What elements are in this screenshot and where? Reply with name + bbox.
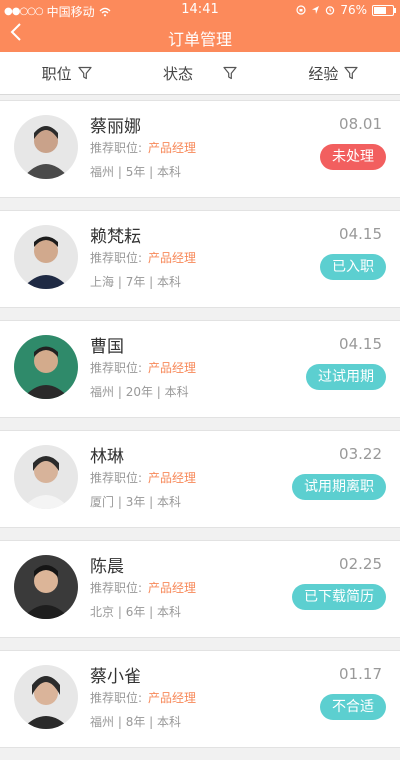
candidate-name: 林琳 xyxy=(90,447,124,467)
filter-icon xyxy=(78,66,92,80)
alarm-icon xyxy=(326,6,335,15)
position-label: 推荐职位: xyxy=(90,691,143,705)
recommended-position: 推荐职位: 产品经理 xyxy=(90,469,196,486)
candidate-list: 蔡丽娜 推荐职位: 产品经理 福州 | 5年 | 本科 08.01 未处理 赖梵耘… xyxy=(0,100,400,760)
avatar xyxy=(14,555,78,619)
page-title: 订单管理 xyxy=(167,30,232,49)
city: 北京 xyxy=(90,605,115,619)
filter-icon xyxy=(344,66,358,80)
filter-position[interactable]: 职位 xyxy=(0,52,133,94)
candidate-meta: 福州 | 8年 | 本科 xyxy=(90,715,182,729)
filter-icon xyxy=(223,66,237,80)
status-badge: 已入职 xyxy=(320,254,386,280)
position-value: 产品经理 xyxy=(148,471,197,485)
position-label: 推荐职位: xyxy=(90,251,143,265)
date: 03.22 xyxy=(339,445,382,463)
recommended-position: 推荐职位: 产品经理 xyxy=(90,359,196,376)
recommended-position: 推荐职位: 产品经理 xyxy=(90,579,196,596)
rotation-lock-icon xyxy=(296,5,306,15)
avatar xyxy=(14,445,78,509)
status-badge: 未处理 xyxy=(320,144,386,170)
recommended-position: 推荐职位: 产品经理 xyxy=(90,139,196,156)
status-right: 76% xyxy=(296,3,396,17)
list-item[interactable]: 陈晨 推荐职位: 产品经理 北京 | 6年 | 本科 02.25 已下载简历 xyxy=(0,540,400,638)
avatar xyxy=(14,115,78,179)
position-value: 产品经理 xyxy=(148,141,197,155)
date: 08.01 xyxy=(339,115,382,133)
filter-status[interactable]: 状态 xyxy=(133,52,266,94)
nav-bar: 订单管理 xyxy=(0,20,400,52)
position-label: 推荐职位: xyxy=(90,141,143,155)
candidate-name: 蔡小雀 xyxy=(90,667,141,687)
candidate-meta: 北京 | 6年 | 本科 xyxy=(90,605,182,619)
location-icon xyxy=(312,6,320,14)
filter-experience-label: 经验 xyxy=(308,64,339,83)
city: 上海 xyxy=(90,275,115,289)
date: 01.17 xyxy=(339,665,382,683)
candidate-name: 蔡丽娜 xyxy=(90,117,141,137)
recommended-position: 推荐职位: 产品经理 xyxy=(90,689,196,706)
filter-experience[interactable]: 经验 xyxy=(267,52,400,94)
recommended-position: 推荐职位: 产品经理 xyxy=(90,249,196,266)
position-label: 推荐职位: xyxy=(90,581,143,595)
filter-status-label: 状态 xyxy=(162,64,193,83)
candidate-meta: 厦门 | 3年 | 本科 xyxy=(90,495,182,509)
list-item[interactable]: 曹国 推荐职位: 产品经理 福州 | 20年 | 本科 04.15 过试用期 xyxy=(0,320,400,418)
battery-icon xyxy=(372,4,396,16)
education: 本科 xyxy=(157,275,182,289)
education: 本科 xyxy=(157,495,182,509)
filter-bar: 职位 状态 经验 xyxy=(0,52,400,95)
filter-position-label: 职位 xyxy=(41,64,72,83)
candidate-meta: 上海 | 7年 | 本科 xyxy=(90,275,182,289)
status-badge: 不合适 xyxy=(320,694,386,720)
education: 本科 xyxy=(164,385,189,399)
experience: 3年 xyxy=(125,495,146,509)
candidate-meta: 福州 | 5年 | 本科 xyxy=(90,165,182,179)
status-badge: 过试用期 xyxy=(306,364,386,390)
position-value: 产品经理 xyxy=(148,581,197,595)
city: 厦门 xyxy=(90,495,115,509)
education: 本科 xyxy=(157,715,182,729)
status-badge: 试用期离职 xyxy=(292,474,386,500)
city: 福州 xyxy=(90,165,115,179)
list-item[interactable]: 蔡丽娜 推荐职位: 产品经理 福州 | 5年 | 本科 08.01 未处理 xyxy=(0,100,400,198)
candidate-meta: 福州 | 20年 | 本科 xyxy=(90,385,189,399)
position-label: 推荐职位: xyxy=(90,471,143,485)
position-value: 产品经理 xyxy=(148,361,197,375)
experience: 7年 xyxy=(125,275,146,289)
experience: 5年 xyxy=(125,165,146,179)
status-badge: 已下载简历 xyxy=(292,584,386,610)
list-item[interactable]: 蔡小雀 推荐职位: 产品经理 福州 | 8年 | 本科 01.17 不合适 xyxy=(0,650,400,748)
date: 04.15 xyxy=(339,225,382,243)
candidate-name: 曹国 xyxy=(90,337,124,357)
position-value: 产品经理 xyxy=(148,251,197,265)
experience: 20年 xyxy=(125,385,153,399)
status-bar: ●●○○○ 中国移动 14:41 76% xyxy=(0,0,400,20)
list-item[interactable]: 林琳 推荐职位: 产品经理 厦门 | 3年 | 本科 03.22 试用期离职 xyxy=(0,430,400,528)
city: 福州 xyxy=(90,385,115,399)
education: 本科 xyxy=(157,165,182,179)
avatar xyxy=(14,335,78,399)
date: 02.25 xyxy=(339,555,382,573)
battery-percent: 76% xyxy=(340,3,367,17)
education: 本科 xyxy=(157,605,182,619)
candidate-name: 陈晨 xyxy=(90,557,124,577)
list-item[interactable]: 赖梵耘 推荐职位: 产品经理 上海 | 7年 | 本科 04.15 已入职 xyxy=(0,210,400,308)
avatar xyxy=(14,225,78,289)
position-label: 推荐职位: xyxy=(90,361,143,375)
position-value: 产品经理 xyxy=(148,691,197,705)
candidate-name: 赖梵耘 xyxy=(90,227,141,247)
date: 04.15 xyxy=(339,335,382,353)
city: 福州 xyxy=(90,715,115,729)
experience: 8年 xyxy=(125,715,146,729)
experience: 6年 xyxy=(125,605,146,619)
avatar xyxy=(14,665,78,729)
